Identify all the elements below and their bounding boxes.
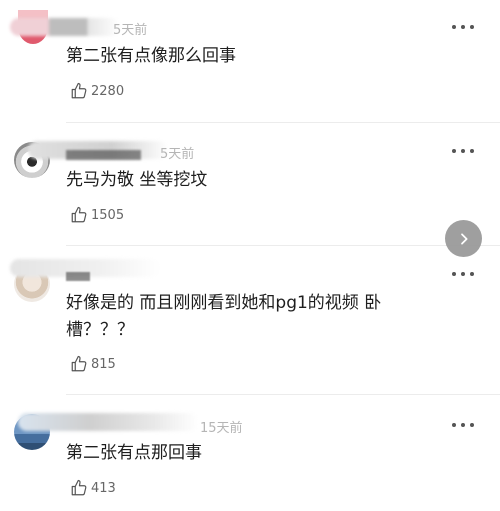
more-dots-icon — [452, 423, 456, 427]
like-count: 413 — [91, 480, 116, 496]
comment-time: 5天前 — [113, 23, 148, 38]
thumbs-up-icon — [71, 206, 87, 223]
username[interactable] — [10, 18, 120, 36]
more-options-button[interactable] — [452, 271, 474, 277]
thumbs-up-icon — [71, 82, 87, 99]
more-dots-icon — [452, 149, 456, 153]
like-button[interactable]: 815 — [70, 354, 116, 374]
comment-time: 15天前 — [200, 421, 243, 436]
divider — [66, 245, 500, 246]
more-options-button[interactable] — [452, 148, 474, 154]
more-options-button[interactable] — [452, 422, 474, 428]
comment-text: 先马为敬 坐等挖坟 — [66, 170, 208, 190]
like-count: 815 — [91, 356, 116, 372]
like-button[interactable]: 1505 — [70, 205, 124, 225]
divider — [66, 122, 500, 123]
comment-text: 第二张有点像那么回事 — [66, 46, 236, 66]
more-dots-icon — [452, 272, 456, 276]
username-text-blurred — [66, 150, 141, 160]
chevron-right-icon — [460, 232, 468, 245]
more-options-button[interactable] — [452, 24, 474, 30]
more-dots-icon — [452, 25, 456, 29]
username[interactable] — [18, 413, 198, 431]
like-count: 2280 — [91, 83, 125, 99]
username-text-blurred — [66, 272, 90, 281]
like-button[interactable]: 2280 — [70, 81, 124, 101]
thumbs-up-icon — [71, 355, 87, 372]
comment-text: 第二张有点那回事 — [66, 443, 202, 463]
comment-time: 5天前 — [160, 147, 195, 162]
comment-text: 好像是的 而且刚刚看到她和pg1的视频 卧槽？？？ — [66, 293, 382, 340]
like-button[interactable]: 413 — [70, 478, 116, 498]
next-button[interactable] — [445, 220, 482, 257]
thumbs-up-icon — [71, 479, 87, 496]
like-count: 1505 — [91, 207, 125, 223]
divider — [66, 394, 500, 395]
